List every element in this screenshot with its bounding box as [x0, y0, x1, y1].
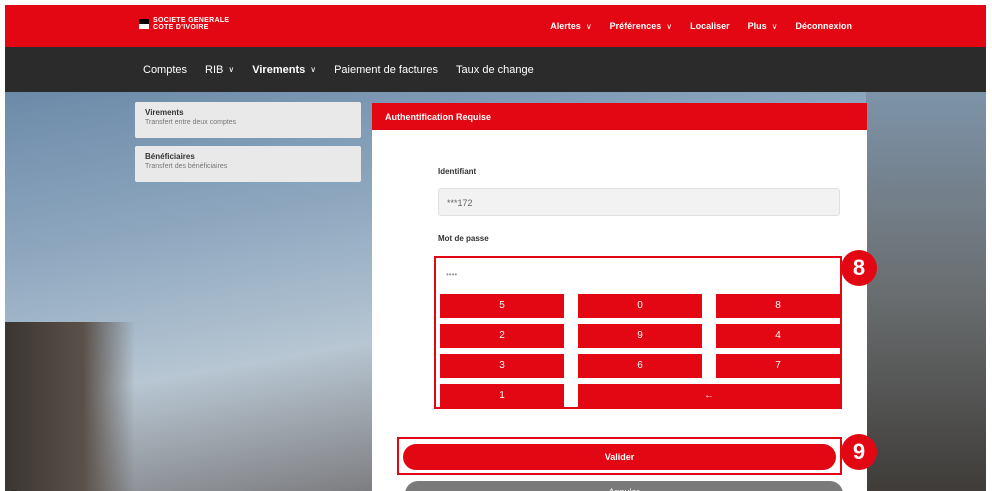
chevron-down-icon: ∨	[310, 65, 317, 74]
identifier-label: Identifiant	[438, 167, 477, 176]
topnav-localiser[interactable]: Localiser	[690, 21, 730, 31]
chevron-down-icon: ∨	[666, 21, 673, 31]
nav-taux-change[interactable]: Taux de change	[456, 64, 534, 76]
nav-label: Taux de change	[456, 63, 534, 76]
main-nav-bar: Comptes RIB ∨ Virements ∨ Paiement de fact…	[5, 47, 986, 92]
keypad-key[interactable]: 8	[716, 294, 840, 318]
keypad-key[interactable]: 4	[716, 324, 840, 348]
sidebar-item-virements[interactable]: Virements Transfert entre deux comptes	[135, 102, 361, 138]
nav-comptes[interactable]: Comptes	[143, 64, 187, 76]
topnav-deconnexion[interactable]: Déconnexion	[795, 21, 852, 31]
nav-label: RIB	[205, 63, 224, 76]
topnav-label: Localiser	[690, 21, 730, 31]
keypad-key[interactable]: 6	[578, 354, 702, 378]
step-badge-8: 8	[841, 250, 877, 286]
main-nav: Comptes RIB ∨ Virements ∨ Paiement de fact…	[143, 47, 534, 92]
auth-panel: Authentification Requise Identifiant ***…	[372, 103, 867, 491]
chevron-down-icon: ∨	[585, 21, 592, 31]
top-nav: Alertes ∨ Préférences ∨ Localiser Plus ∨ Dé…	[550, 5, 852, 47]
chevron-down-icon: ∨	[228, 65, 235, 74]
keypad-key[interactable]: 7	[716, 354, 840, 378]
topnav-preferences[interactable]: Préférences ∨	[610, 21, 672, 31]
nav-paiement-factures[interactable]: Paiement de factures	[334, 64, 438, 76]
backspace-key[interactable]: ←	[578, 384, 840, 408]
keypad-key[interactable]: 5	[440, 294, 564, 318]
keypad-key[interactable]: 3	[440, 354, 564, 378]
logo-mark-icon	[139, 19, 149, 29]
sidebar-item-subtitle: Transfert entre deux comptes	[145, 119, 237, 126]
submit-highlight: Valider	[397, 437, 842, 475]
password-label: Mot de passe	[438, 234, 489, 243]
step-badge-9: 9	[841, 434, 877, 470]
submit-button[interactable]: Valider	[403, 444, 836, 470]
chevron-down-icon: ∨	[771, 21, 778, 31]
sidebar-item-title: Virements	[145, 108, 184, 117]
sidebar-item-subtitle: Transfert des bénéficiaires	[145, 163, 228, 170]
nav-label: Comptes	[143, 63, 188, 76]
nav-label: Virements	[252, 63, 306, 76]
sidebar-item-title: Bénéficiaires	[145, 152, 195, 161]
keypad-key[interactable]: 2	[440, 324, 564, 348]
nav-rib[interactable]: RIB ∨	[205, 64, 234, 76]
nav-label: Paiement de factures	[334, 63, 439, 76]
cancel-button[interactable]: Annuler	[405, 481, 843, 491]
background-right	[866, 92, 986, 491]
password-field[interactable]: ••••	[440, 262, 836, 288]
topnav-label: Déconnexion	[795, 21, 852, 31]
app-window: SOCIETE GENERALE COTE D'IVOIRE Alertes ∨ …	[5, 5, 986, 491]
auth-panel-title: Authentification Requise	[372, 103, 867, 130]
sidebar-item-beneficiaires[interactable]: Bénéficiaires Transfert des bénéficiaire…	[135, 146, 361, 182]
topnav-label: Plus	[747, 21, 767, 31]
topnav-label: Alertes	[550, 21, 581, 31]
keypad-highlight: •••• 5 0 8 2 9 4 3 6 7 1 ←	[434, 256, 842, 409]
topnav-label: Préférences	[609, 21, 662, 31]
keypad-key[interactable]: 0	[578, 294, 702, 318]
keypad-key[interactable]: 1	[440, 384, 564, 408]
background-building	[5, 322, 135, 491]
brand-line-1: SOCIETE GENERALE	[153, 17, 230, 24]
nav-virements[interactable]: Virements ∨	[252, 64, 316, 76]
top-header: SOCIETE GENERALE COTE D'IVOIRE Alertes ∨ …	[5, 5, 986, 47]
topnav-alertes[interactable]: Alertes ∨	[550, 21, 591, 31]
topnav-plus[interactable]: Plus ∨	[748, 21, 778, 31]
brand-line-2: COTE D'IVOIRE	[153, 24, 209, 31]
keypad-key[interactable]: 9	[578, 324, 702, 348]
identifier-field[interactable]: ***172	[438, 188, 840, 216]
brand-logo[interactable]: SOCIETE GENERALE COTE D'IVOIRE	[139, 17, 229, 31]
